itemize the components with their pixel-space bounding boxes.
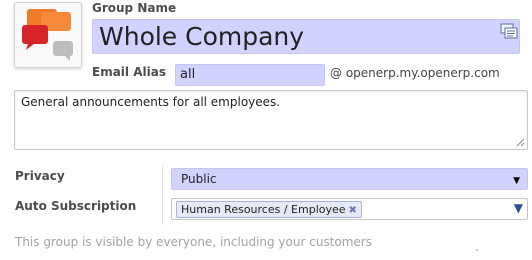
chevron-down-icon: ▼ xyxy=(513,176,520,186)
auto-subscription-label: Auto Subscription xyxy=(15,199,137,213)
privacy-help-text: This group is visible by everyone, inclu… xyxy=(15,235,372,249)
auto-subscription-tag: Human Resources / Employee ✖ xyxy=(176,201,362,218)
description-textarea[interactable]: General announcements for all employees. xyxy=(14,90,528,150)
divider-dot xyxy=(476,249,478,251)
email-alias-field[interactable]: all xyxy=(175,64,325,86)
privacy-select[interactable]: Public ▼ xyxy=(171,168,528,190)
label-divider xyxy=(162,166,163,225)
group-name-label: Group Name xyxy=(92,1,177,15)
email-alias-domain: @ openerp.my.openerp.com xyxy=(330,66,500,80)
privacy-label: Privacy xyxy=(15,169,65,183)
translate-icon[interactable] xyxy=(500,23,518,39)
group-name-field[interactable]: Whole Company xyxy=(92,19,520,54)
privacy-selected-value: Public xyxy=(181,172,217,186)
chevron-down-icon[interactable]: ▼ xyxy=(514,201,523,215)
auto-subscription-field[interactable]: Human Resources / Employee ✖ ▼ xyxy=(171,198,528,220)
description-text: General announcements for all employees. xyxy=(21,95,281,109)
speech-bubbles-icon xyxy=(22,9,73,61)
email-alias-label: Email Alias xyxy=(92,65,166,79)
tag-label: Human Resources / Employee xyxy=(181,203,346,216)
close-icon[interactable]: ✖ xyxy=(349,205,357,216)
resize-grip-icon[interactable] xyxy=(516,138,525,147)
group-image[interactable] xyxy=(14,2,82,68)
